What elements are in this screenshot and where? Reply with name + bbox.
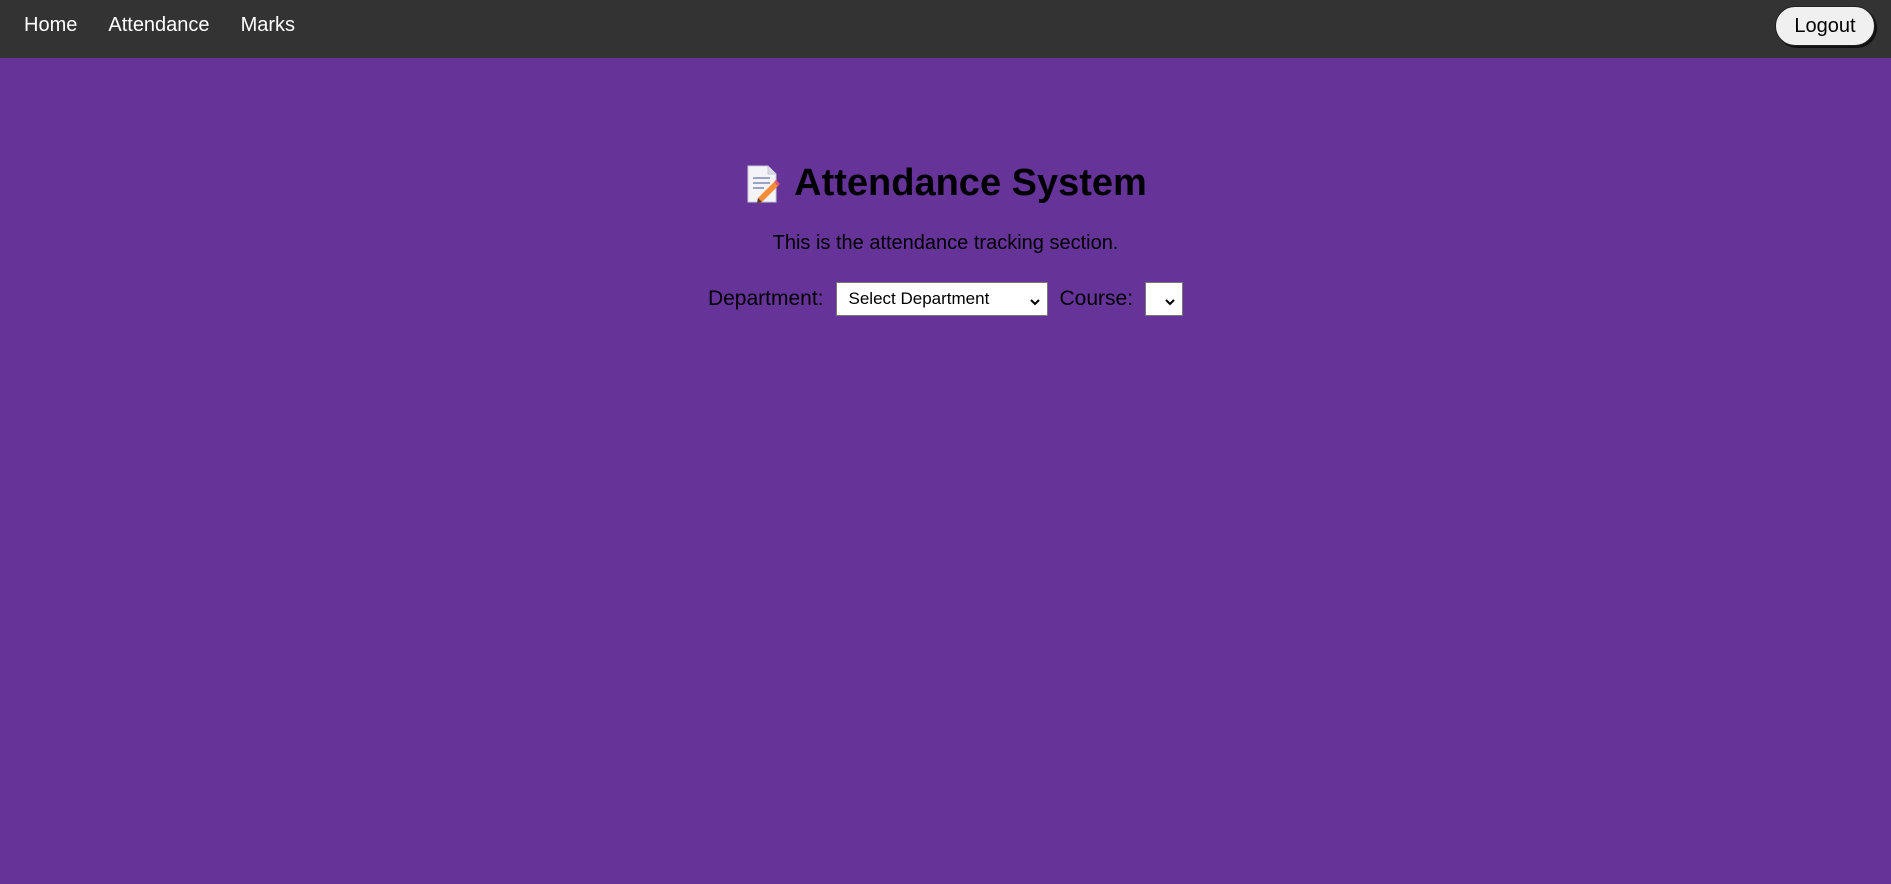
chevron-down-icon: [1164, 293, 1176, 306]
page-title-row: Attendance System: [0, 162, 1891, 205]
course-label: Course:: [1059, 287, 1134, 310]
course-select[interactable]: [1145, 282, 1184, 316]
department-select-value: Select Department: [848, 289, 990, 308]
page-title: Attendance System: [794, 162, 1147, 204]
top-navbar: Home Attendance Marks Logout: [0, 0, 1891, 58]
nav-links: Home Attendance Marks: [24, 0, 326, 50]
chevron-down-icon: [1029, 293, 1041, 306]
department-select[interactable]: Select Department: [835, 282, 1048, 316]
nav-link-attendance[interactable]: Attendance: [108, 14, 209, 37]
intro-text: This is the attendance tracking section.: [772, 232, 1119, 254]
memo-icon: [744, 164, 781, 204]
logout-button[interactable]: Logout: [1775, 6, 1875, 46]
filters-row: Department: Select Department Course:: [0, 282, 1891, 316]
nav-link-marks[interactable]: Marks: [241, 14, 295, 37]
nav-link-home[interactable]: Home: [24, 14, 77, 37]
department-label: Department:: [707, 287, 824, 310]
